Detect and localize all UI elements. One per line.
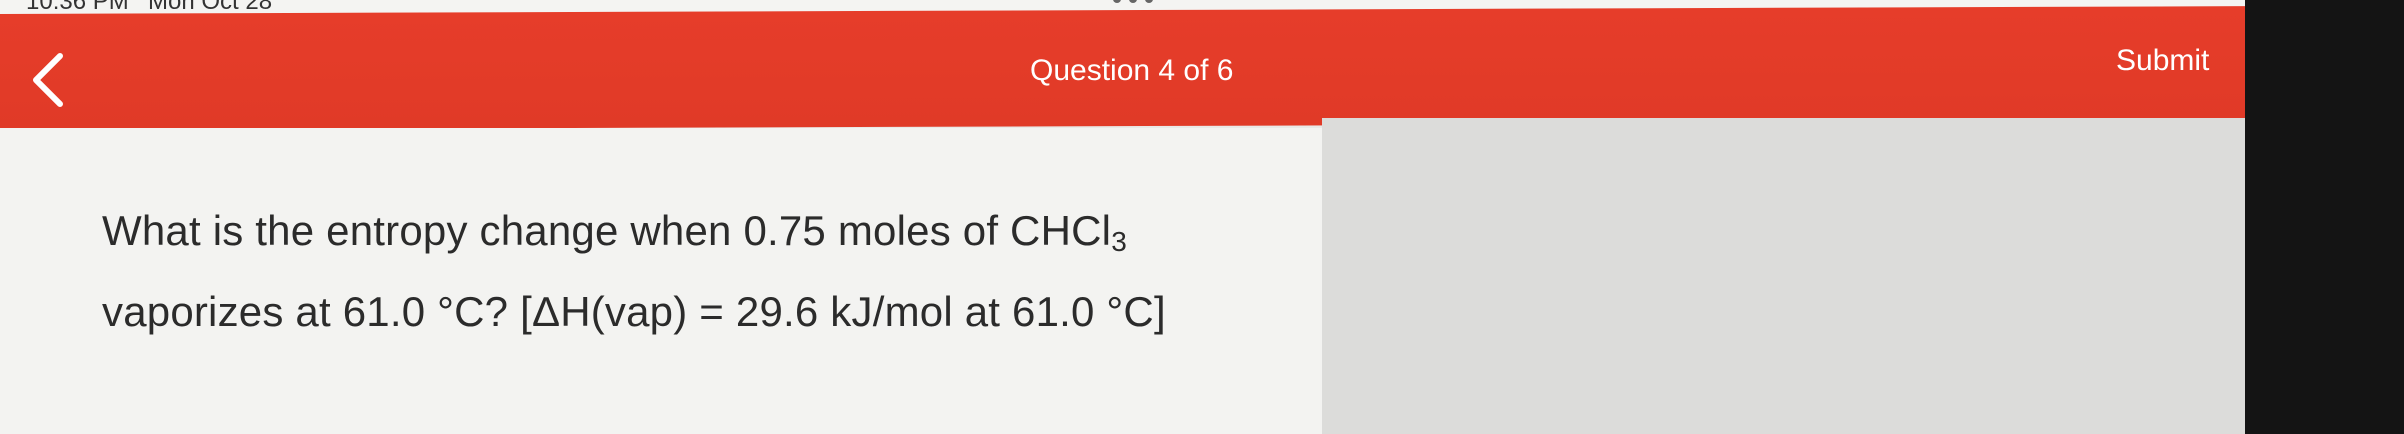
chemical-subscript: 3 bbox=[1111, 226, 1127, 257]
side-panel bbox=[1322, 118, 2245, 434]
question-counter: Question 4 of 6 bbox=[1030, 54, 1234, 87]
submit-button[interactable]: Submit bbox=[2116, 44, 2209, 78]
question-text: What is the entropy change when 0.75 mol… bbox=[102, 196, 1302, 347]
question-line-2: vaporizes at 61.0 °C? [ΔH(vap) = 29.6 kJ… bbox=[102, 288, 1166, 335]
multitasking-dots-icon[interactable] bbox=[1110, 0, 1156, 4]
chevron-left-icon[interactable] bbox=[28, 50, 68, 110]
question-line-1: What is the entropy change when 0.75 mol… bbox=[102, 196, 1302, 277]
app-screen: 10:36 PM Mon Oct 28 Question 4 of 6 Subm… bbox=[0, 0, 2245, 434]
question-line-1-text: What is the entropy change when 0.75 mol… bbox=[102, 207, 1112, 254]
